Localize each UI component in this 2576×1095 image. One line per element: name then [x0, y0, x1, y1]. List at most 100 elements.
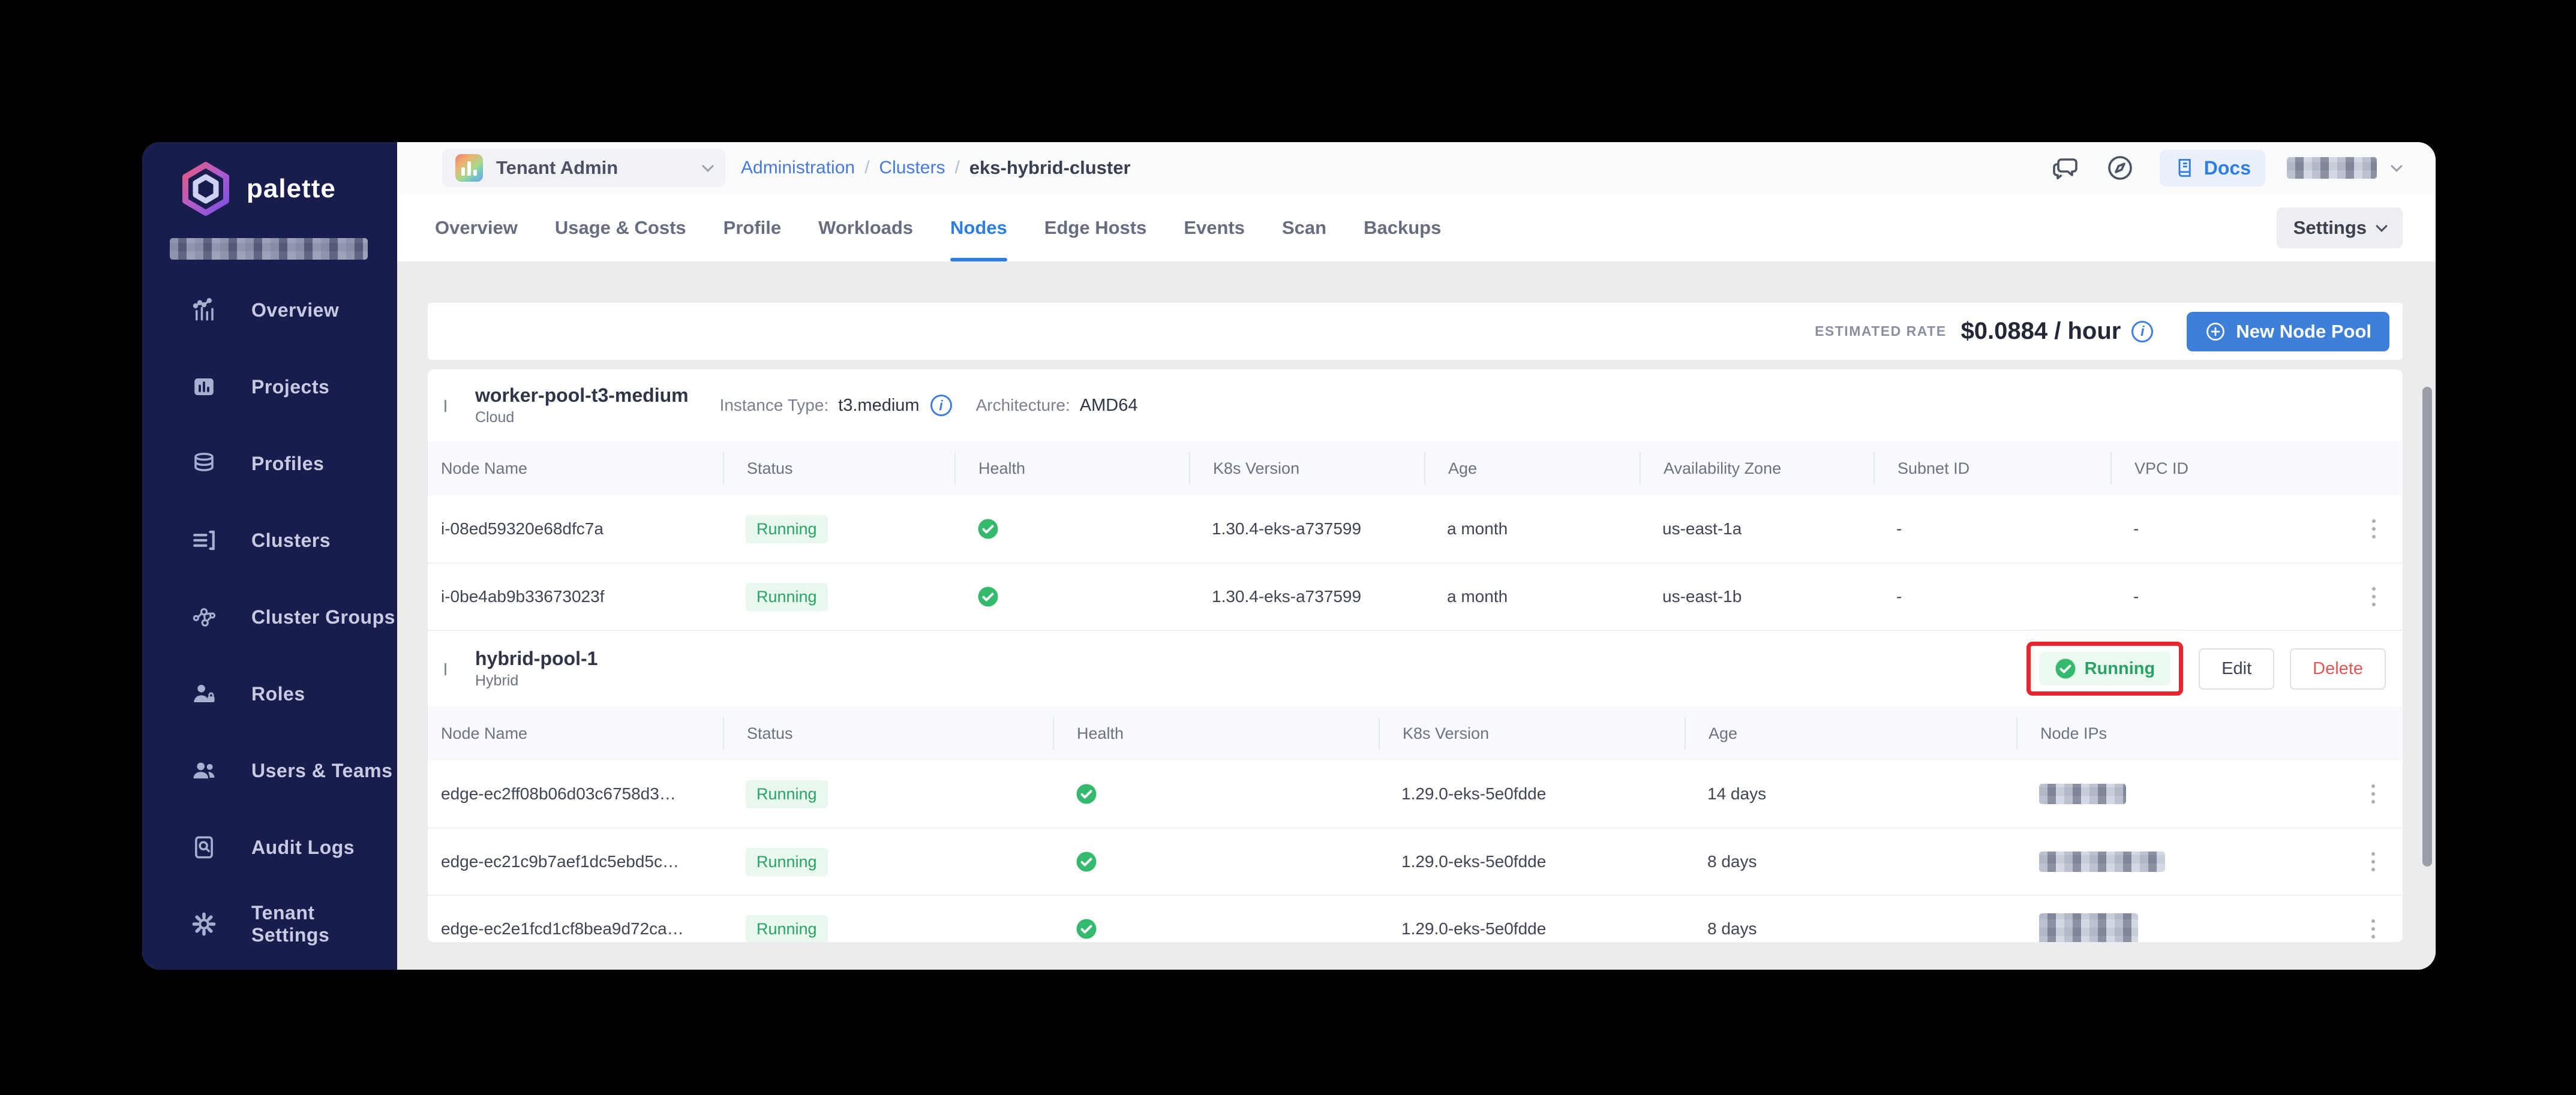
node-name: edge-ec2ff08b06d03c6758d3…: [428, 784, 723, 804]
overview-icon: [191, 297, 217, 323]
main-content: Tenant Admin Administration / Clusters /…: [397, 142, 2436, 970]
vpc-id: -: [2110, 519, 2344, 539]
breadcrumb-link-clusters[interactable]: Clusters: [879, 158, 945, 178]
k8s-version: 1.29.0-eks-5e0fdde: [1379, 852, 1685, 871]
age: a month: [1424, 587, 1640, 606]
kebab-menu-icon[interactable]: [2368, 583, 2379, 610]
breadcrumb-separator: /: [864, 158, 869, 178]
kebab-menu-icon[interactable]: [2368, 516, 2379, 542]
sidebar-item-tenant-settings[interactable]: Tenant Settings: [142, 886, 397, 962]
docs-button[interactable]: Docs: [2160, 150, 2265, 186]
health-ok-icon: [1053, 783, 1379, 805]
column-k8s-version: K8s Version: [1189, 452, 1424, 485]
compass-icon[interactable]: [2106, 154, 2134, 182]
breadcrumb-link-administration[interactable]: Administration: [741, 158, 855, 178]
tab-usage-costs[interactable]: Usage & Costs: [555, 194, 686, 261]
top-actions: Docs: [2052, 150, 2401, 186]
tabs-bar: Overview Usage & Costs Profile Workloads…: [397, 194, 2436, 262]
brand: palette: [177, 160, 397, 218]
pool-title-block: worker-pool-t3-medium Cloud: [475, 384, 689, 426]
node-ips-redacted: [2039, 784, 2126, 804]
new-node-pool-button[interactable]: New Node Pool: [2187, 312, 2389, 351]
annotation-highlight-box: Running: [2026, 642, 2184, 696]
health-ok-icon: [1053, 851, 1379, 873]
sidebar-nav: Overview Projects: [142, 272, 397, 962]
estimated-rate-label: ESTIMATED RATE: [1815, 323, 1946, 339]
info-icon[interactable]: [930, 395, 952, 416]
kebab-menu-icon[interactable]: [2368, 916, 2379, 942]
info-icon[interactable]: [2131, 321, 2153, 342]
sidebar-item-label: Roles: [251, 683, 305, 705]
table-header: Node Name Status Health K8s Version Age …: [428, 441, 2403, 495]
node-name: edge-ec2e1fcd1cf8bea9d72ca…: [428, 919, 723, 938]
tab-edge-hosts[interactable]: Edge Hosts: [1044, 194, 1147, 261]
user-menu-chevron-icon[interactable]: [2391, 160, 2403, 172]
table-row: i-0be4ab9b33673023f Running 1.30.4-eks-a…: [428, 562, 2403, 630]
tenant-admin-icon: [455, 154, 483, 182]
column-health: Health: [954, 452, 1189, 485]
vpc-id: -: [2110, 587, 2344, 606]
brand-name: palette: [247, 174, 336, 204]
sidebar-item-overview[interactable]: Overview: [142, 272, 397, 348]
collapse-chevron-icon[interactable]: [445, 663, 446, 674]
sidebar-item-clusters[interactable]: Clusters: [142, 502, 397, 579]
pool-title-block: hybrid-pool-1 Hybrid: [475, 648, 598, 690]
sidebar-item-label: Clusters: [251, 530, 331, 552]
status-badge: Running: [746, 515, 828, 543]
kebab-menu-icon[interactable]: [2368, 849, 2379, 875]
tab-scan[interactable]: Scan: [1282, 194, 1326, 261]
pool-header-worker-pool: worker-pool-t3-medium Cloud Instance Typ…: [428, 369, 2403, 441]
k8s-version: 1.30.4-eks-a737599: [1189, 519, 1424, 539]
subnet-id: -: [1874, 587, 2110, 606]
sidebar-item-projects[interactable]: Projects: [142, 348, 397, 425]
sidebar-item-cluster-groups[interactable]: Cluster Groups: [142, 579, 397, 655]
settings-button[interactable]: Settings: [2277, 207, 2403, 248]
column-age: Age: [1424, 452, 1640, 485]
table-row: edge-ec2e1fcd1cf8bea9d72ca… Running 1.29…: [428, 895, 2403, 942]
table-row: edge-ec21c9b7aef1dc5ebd5c… Running 1.29.…: [428, 828, 2403, 895]
sidebar-item-label: Cluster Groups: [251, 606, 395, 628]
tab-workloads[interactable]: Workloads: [818, 194, 913, 261]
column-node-name: Node Name: [428, 717, 723, 750]
collapse-chevron-icon[interactable]: [445, 400, 446, 411]
node-ips-redacted: [2039, 913, 2138, 942]
column-vpc-id: VPC ID: [2110, 452, 2344, 485]
tab-backups[interactable]: Backups: [1364, 194, 1441, 261]
node-pools-card: worker-pool-t3-medium Cloud Instance Typ…: [428, 369, 2403, 942]
scope-label: Tenant Admin: [496, 157, 618, 179]
pool-type: Hybrid: [475, 672, 598, 690]
sidebar-item-roles[interactable]: Roles: [142, 655, 397, 732]
tab-nodes[interactable]: Nodes: [950, 194, 1007, 261]
chat-icon[interactable]: [2052, 154, 2080, 182]
sidebar-item-profiles[interactable]: Profiles: [142, 425, 397, 502]
health-ok-icon: [954, 518, 1189, 540]
chevron-down-icon: [702, 160, 714, 172]
table-header: Node Name Status Health K8s Version Age …: [428, 706, 2403, 760]
status-badge: Running: [746, 915, 828, 943]
tab-events[interactable]: Events: [1184, 194, 1245, 261]
tab-overview[interactable]: Overview: [435, 194, 518, 261]
audit-logs-icon: [191, 835, 217, 860]
health-ok-icon: [1053, 918, 1379, 940]
tab-profile[interactable]: Profile: [723, 194, 781, 261]
edit-button[interactable]: Edit: [2199, 648, 2274, 690]
sidebar-item-label: Audit Logs: [251, 837, 355, 859]
sidebar-item-users-teams[interactable]: Users & Teams: [142, 732, 397, 809]
delete-button[interactable]: Delete: [2290, 648, 2386, 690]
table-row: edge-ec2ff08b06d03c6758d3… Running 1.29.…: [428, 760, 2403, 828]
column-status: Status: [723, 717, 1053, 750]
sidebar-item-audit-logs[interactable]: Audit Logs: [142, 809, 397, 886]
sidebar-item-label: Tenant Settings: [251, 902, 397, 946]
kebab-menu-icon[interactable]: [2368, 781, 2379, 807]
sidebar: palette Overview: [142, 142, 397, 970]
age: 14 days: [1685, 784, 2016, 804]
vertical-scrollbar[interactable]: [2422, 387, 2432, 867]
cluster-tabs: Overview Usage & Costs Profile Workloads…: [435, 194, 1441, 261]
availability-zone: us-east-1a: [1640, 519, 1874, 539]
pool-status-badge: Running: [2039, 652, 2171, 685]
node-name: edge-ec21c9b7aef1dc5ebd5c…: [428, 852, 723, 871]
column-subnet-id: Subnet ID: [1874, 452, 2110, 485]
age: 8 days: [1685, 852, 2016, 871]
screenshot-stage: palette Overview: [0, 0, 2576, 1095]
scope-selector[interactable]: Tenant Admin: [442, 149, 725, 187]
